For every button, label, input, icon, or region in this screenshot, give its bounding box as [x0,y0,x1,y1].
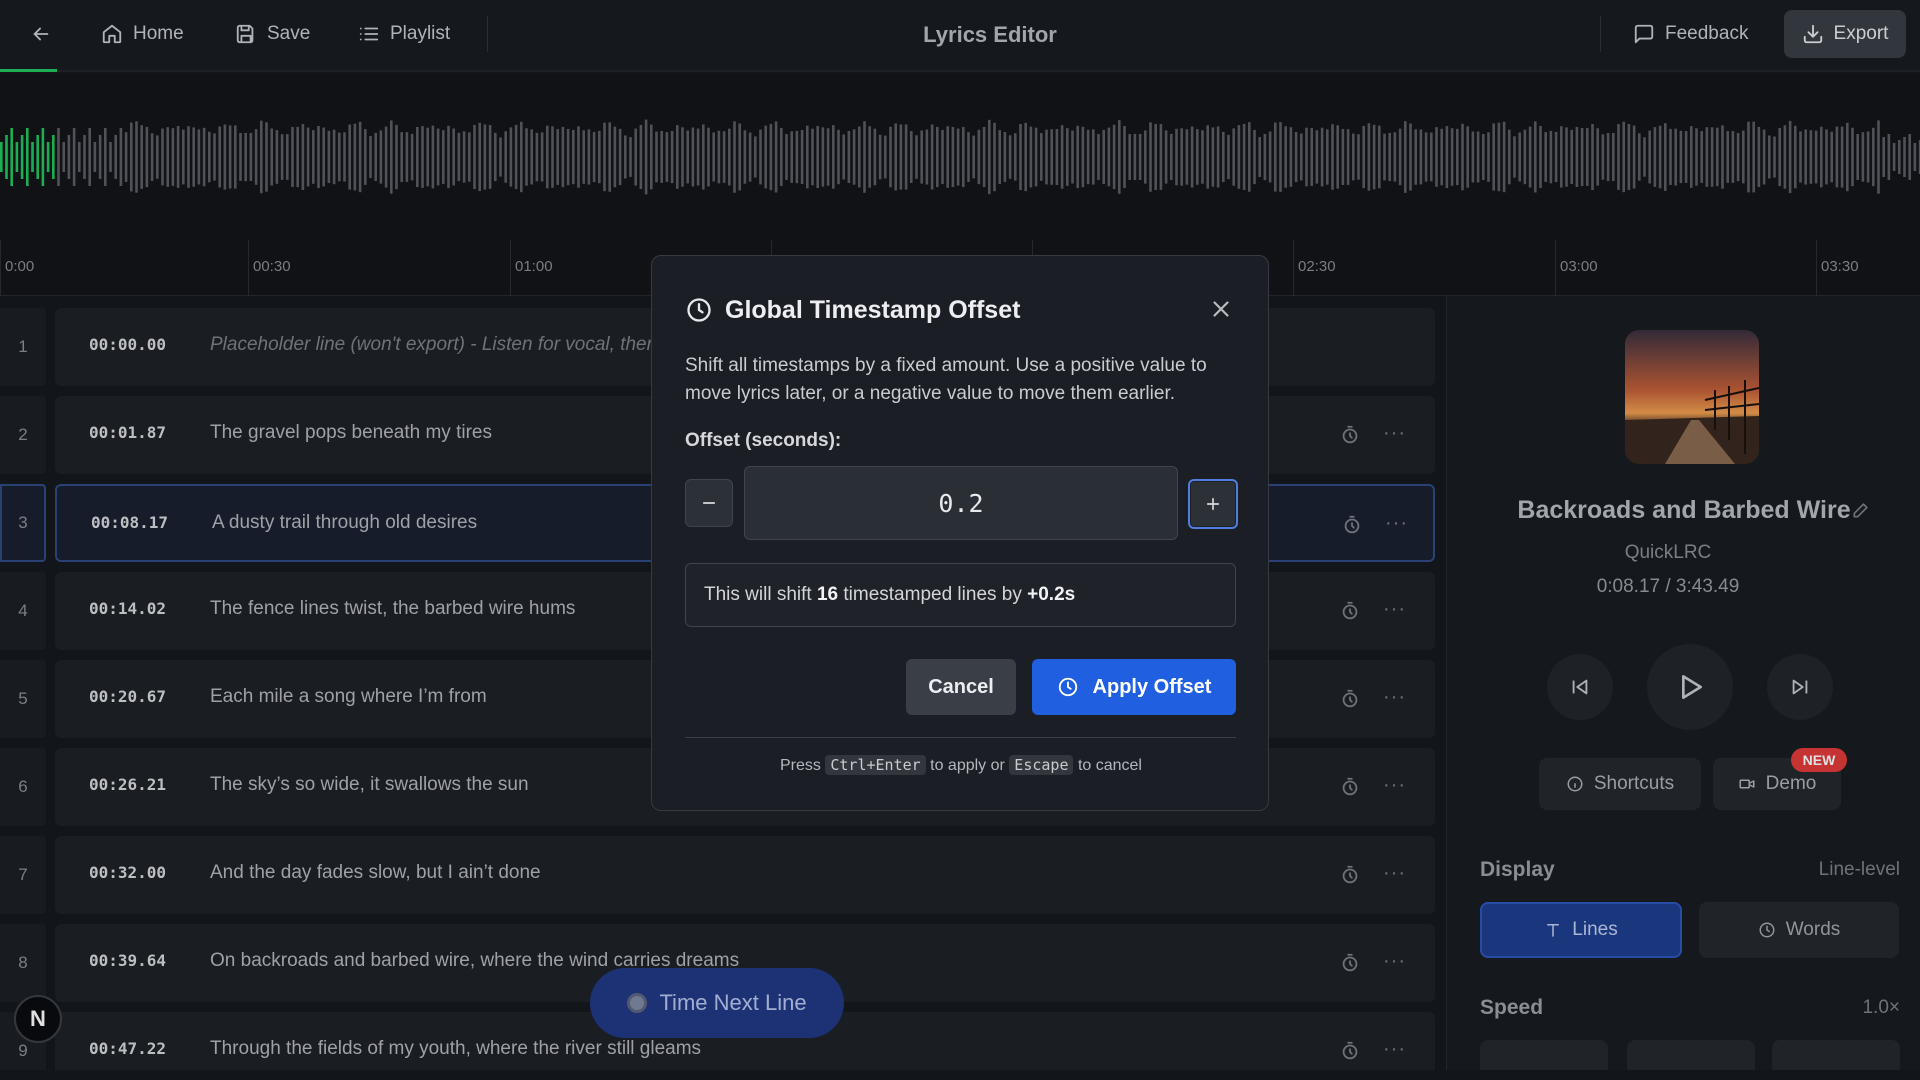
hint-press: Press [780,757,821,774]
kbd-apply: Ctrl+Enter [825,755,926,775]
shift-count: 16 [816,584,839,605]
apply-offset-button[interactable]: Apply Offset [1032,659,1236,715]
dialog-divider [685,737,1236,738]
keyboard-hint: Press Ctrl+Enter to apply or Escape to c… [652,755,1270,775]
offset-input[interactable] [744,466,1178,540]
shift-prefix: This will shift [704,584,817,605]
shift-amount: +0.2s [1027,584,1076,605]
offset-label: Offset (seconds): [685,430,842,451]
shift-middle: timestamped lines by [838,584,1028,605]
clock-icon [1058,677,1077,697]
kbd-cancel: Escape [1009,755,1074,775]
apply-offset-label: Apply Offset [1092,675,1212,698]
clock-icon [687,298,711,322]
cancel-button[interactable]: Cancel [906,659,1016,715]
offset-dialog: Global Timestamp Offset Shift all timest… [651,255,1269,811]
decrement-button[interactable] [685,479,733,527]
hint-mid: to apply or [930,757,1005,774]
increment-button[interactable] [1188,479,1238,529]
dialog-description: Shift all timestamps by a fixed amount. … [685,355,1207,404]
close-icon[interactable] [1208,296,1234,322]
plus-icon [1206,497,1220,511]
dialog-title: Global Timestamp Offset [725,296,1021,324]
shift-summary: This will shift 16 timestamped lines by … [685,563,1236,627]
minus-icon [702,502,716,504]
hint-end: to cancel [1077,757,1142,774]
